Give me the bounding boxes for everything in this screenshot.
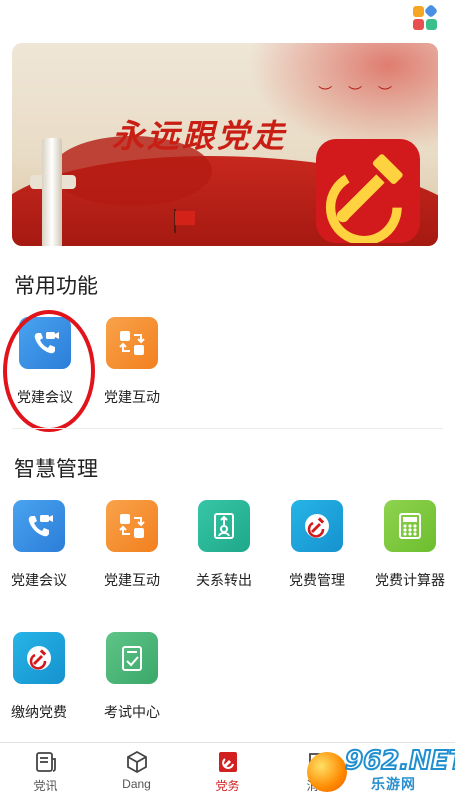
party-emblem-icon xyxy=(291,500,343,552)
tab-label: Dang xyxy=(122,777,151,791)
site-watermark: 962.NET 乐游网 xyxy=(301,745,455,794)
func-label: 关系转出 xyxy=(196,572,252,588)
tab-label: 党讯 xyxy=(33,779,58,793)
func-label: 党建互动 xyxy=(104,572,160,588)
func-interaction[interactable]: 党建互动 xyxy=(87,317,177,407)
divider xyxy=(12,428,443,429)
banner-title: 永远跟党走 xyxy=(112,117,288,155)
func-label: 缴纳党费 xyxy=(11,704,67,720)
tab-label: 党务 xyxy=(215,779,240,793)
func-label: 考试中心 xyxy=(104,704,160,720)
smart-management-title: 智慧管理 xyxy=(14,458,98,481)
watermark-logo-icon xyxy=(307,752,347,792)
news-icon xyxy=(33,749,59,775)
app-grid-icon[interactable] xyxy=(413,3,439,32)
birds-decoration: ︶ ︶ ︶ xyxy=(318,85,398,101)
tab-party-affairs[interactable]: 党务 xyxy=(182,743,273,800)
func-meeting[interactable]: 党建会议 xyxy=(0,500,84,590)
party-emblem-icon xyxy=(316,139,420,243)
banner[interactable]: ︶ ︶ ︶ 永远跟党走 xyxy=(12,43,438,246)
exchange-icon xyxy=(106,500,158,552)
func-label: 党费管理 xyxy=(289,572,345,588)
exchange-icon xyxy=(106,317,158,369)
calculator-icon xyxy=(384,500,436,552)
func-fee-management[interactable]: 党费管理 xyxy=(272,500,362,590)
transfer-document-icon xyxy=(198,500,250,552)
watermark-text: 乐游网 xyxy=(371,776,416,792)
func-interaction[interactable]: 党建互动 xyxy=(87,500,177,590)
phone-video-icon xyxy=(13,500,65,552)
phone-video-icon xyxy=(19,317,71,369)
huabiao-pillar-decoration xyxy=(42,138,62,246)
tab-news[interactable]: 党讯 xyxy=(0,743,91,800)
tab-dang[interactable]: Dang xyxy=(91,743,182,800)
func-exam-center[interactable]: 考试中心 xyxy=(87,632,177,722)
party-affairs-icon xyxy=(215,749,241,775)
func-fee-calculator[interactable]: 党费计算器 xyxy=(365,500,455,590)
func-meeting[interactable]: 党建会议 xyxy=(0,317,90,407)
common-functions-title: 常用功能 xyxy=(14,275,98,298)
func-pay-fee[interactable]: 缴纳党费 xyxy=(0,632,84,722)
exam-checklist-icon xyxy=(106,632,158,684)
func-label: 党建互动 xyxy=(104,389,160,405)
func-label: 党费计算器 xyxy=(375,572,445,588)
func-label: 党建会议 xyxy=(11,572,67,588)
flag-decoration xyxy=(175,211,195,225)
cube-icon xyxy=(124,749,150,775)
party-emblem-icon xyxy=(13,632,65,684)
func-label: 党建会议 xyxy=(17,389,73,405)
func-transfer[interactable]: 关系转出 xyxy=(179,500,269,590)
watermark-number: 962.NET xyxy=(344,745,455,777)
